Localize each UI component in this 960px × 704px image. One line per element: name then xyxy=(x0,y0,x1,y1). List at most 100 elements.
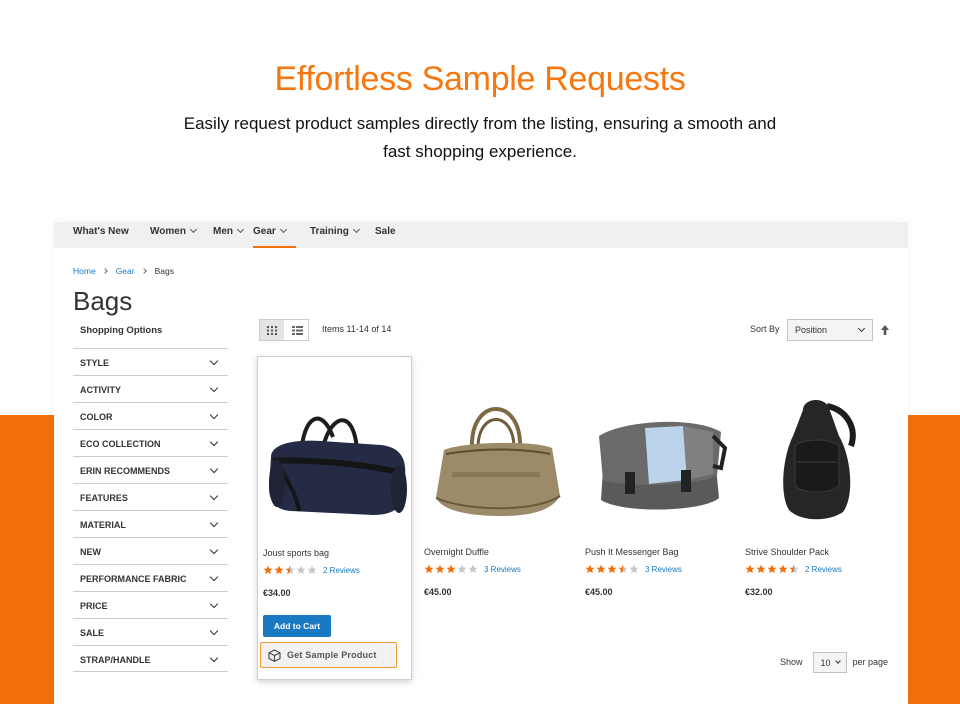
sample-button-label: Get Sample Product xyxy=(287,650,377,660)
chevron-down-icon xyxy=(189,225,197,234)
filter-label: ERIN RECOMMENDS xyxy=(80,466,171,476)
view-mode-toggle xyxy=(259,319,309,341)
product-image[interactable] xyxy=(743,376,891,526)
add-to-cart-button[interactable]: Add to Cart xyxy=(263,615,331,637)
top-navigation: What's New Women Men Gear Training Sale xyxy=(54,222,908,248)
product-card-joust-sports-bag: Joust sports bag 2 Reviews €34.00 Add to… xyxy=(257,356,412,680)
sort-by-select[interactable]: Position xyxy=(787,319,873,341)
nav-item-men[interactable]: Men xyxy=(213,225,245,248)
product-name[interactable]: Overnight Duffle xyxy=(424,547,489,557)
nav-item-gear[interactable]: Gear xyxy=(253,225,296,248)
product-name[interactable]: Joust sports bag xyxy=(263,548,329,558)
product-rating: 2 Reviews xyxy=(263,564,360,576)
star-empty-icon xyxy=(629,564,639,574)
breadcrumb-home[interactable]: Home xyxy=(73,266,96,276)
breadcrumb-gear[interactable]: Gear xyxy=(116,266,135,276)
chevron-down-icon xyxy=(209,599,219,609)
box-icon xyxy=(268,648,281,662)
star-full-icon xyxy=(767,564,777,574)
star-full-icon xyxy=(585,564,595,574)
star-full-icon xyxy=(745,564,755,574)
hero-subtitle: Easily request product samples directly … xyxy=(183,114,777,161)
chevron-down-icon xyxy=(209,437,219,447)
star-empty-icon xyxy=(468,564,478,574)
filter-material[interactable]: MATERIAL xyxy=(73,510,228,537)
product-image[interactable] xyxy=(261,377,409,527)
breadcrumb: Home Gear Bags xyxy=(73,266,174,276)
star-full-icon xyxy=(435,564,445,574)
sort-direction-arrow-icon[interactable] xyxy=(879,323,891,337)
get-sample-product-button[interactable]: Get Sample Product xyxy=(260,642,397,668)
star-full-icon xyxy=(778,564,788,574)
grid-view-button[interactable] xyxy=(260,320,284,340)
rating-stars xyxy=(263,565,318,575)
chevron-down-icon xyxy=(834,657,841,664)
star-full-icon xyxy=(446,564,456,574)
chevron-down-icon xyxy=(209,491,219,501)
nav-item-sale[interactable]: Sale xyxy=(375,226,396,248)
nav-item-whats-new[interactable]: What's New xyxy=(73,226,129,248)
filter-label: NEW xyxy=(80,547,101,557)
reviews-link[interactable]: 3 Reviews xyxy=(645,565,682,574)
per-page-label: per page xyxy=(852,657,889,667)
filter-erin-recommends[interactable]: ERIN RECOMMENDS xyxy=(73,456,228,483)
filter-label: STRAP/HANDLE xyxy=(80,655,151,665)
store-screenshot: What's New Women Men Gear Training Sale … xyxy=(54,222,908,704)
star-full-icon xyxy=(756,564,766,574)
product-rating: 3 Reviews xyxy=(585,563,682,575)
filter-style[interactable]: STYLE xyxy=(73,348,228,375)
filter-strap-handle[interactable]: STRAP/HANDLE xyxy=(73,645,228,672)
chevron-down-icon xyxy=(209,572,219,582)
product-image[interactable] xyxy=(583,376,731,526)
product-name[interactable]: Strive Shoulder Pack xyxy=(745,547,829,557)
product-image[interactable] xyxy=(422,376,570,526)
shopping-options-heading: Shopping Options xyxy=(80,325,163,336)
star-full-icon xyxy=(596,564,606,574)
filter-color[interactable]: COLOR xyxy=(73,402,228,429)
filter-label: STYLE xyxy=(80,358,110,368)
product-price: €32.00 xyxy=(745,587,773,597)
hero-title: Effortless Sample Requests xyxy=(274,60,686,98)
rating-stars xyxy=(745,564,800,574)
sort-by-label: Sort By xyxy=(750,324,780,334)
chevron-down-icon xyxy=(209,653,219,663)
filter-list: STYLE ACTIVITY COLOR ECO COLLECTION ERIN… xyxy=(73,348,228,672)
chevron-down-icon xyxy=(857,324,866,333)
filter-eco-collection[interactable]: ECO COLLECTION xyxy=(73,429,228,456)
chevron-down-icon xyxy=(209,464,219,474)
product-name[interactable]: Push It Messenger Bag xyxy=(585,547,679,557)
filter-label: MATERIAL xyxy=(80,520,126,530)
product-price: €45.00 xyxy=(585,587,613,597)
orange-band-right xyxy=(908,415,960,704)
filter-sale[interactable]: SALE xyxy=(73,618,228,645)
list-view-button[interactable] xyxy=(285,320,309,340)
per-page-select[interactable]: 10 xyxy=(812,651,847,673)
per-page-value: 10 xyxy=(820,657,831,668)
nav-item-women[interactable]: Women xyxy=(150,225,197,248)
chevron-down-icon xyxy=(209,518,219,528)
reviews-link[interactable]: 2 Reviews xyxy=(805,565,842,574)
chevron-down-icon xyxy=(209,626,219,636)
chevron-down-icon xyxy=(209,545,219,555)
reviews-link[interactable]: 3 Reviews xyxy=(484,565,521,574)
filter-activity[interactable]: ACTIVITY xyxy=(73,375,228,402)
nav-label: Sale xyxy=(375,226,396,237)
filter-label: COLOR xyxy=(80,412,113,422)
nav-item-training[interactable]: Training xyxy=(310,225,360,248)
filter-label: ACTIVITY xyxy=(80,385,122,395)
filter-price[interactable]: PRICE xyxy=(73,591,228,618)
filter-new[interactable]: NEW xyxy=(73,537,228,564)
reviews-link[interactable]: 2 Reviews xyxy=(323,566,360,575)
filter-label: ECO COLLECTION xyxy=(80,439,161,449)
items-count: Items 11-14 of 14 xyxy=(322,324,392,334)
breadcrumb-current: Bags xyxy=(154,266,174,276)
star-half-icon xyxy=(789,564,799,574)
chevron-right-icon xyxy=(101,268,108,274)
orange-band-left xyxy=(0,415,54,704)
nav-label: Women xyxy=(150,226,186,237)
filter-performance-fabric[interactable]: PERFORMANCE FABRIC xyxy=(73,564,228,591)
page-title: Bags xyxy=(73,286,133,316)
filter-label: PRICE xyxy=(80,601,108,611)
filter-features[interactable]: FEATURES xyxy=(73,483,228,510)
product-rating: 3 Reviews xyxy=(424,563,521,575)
